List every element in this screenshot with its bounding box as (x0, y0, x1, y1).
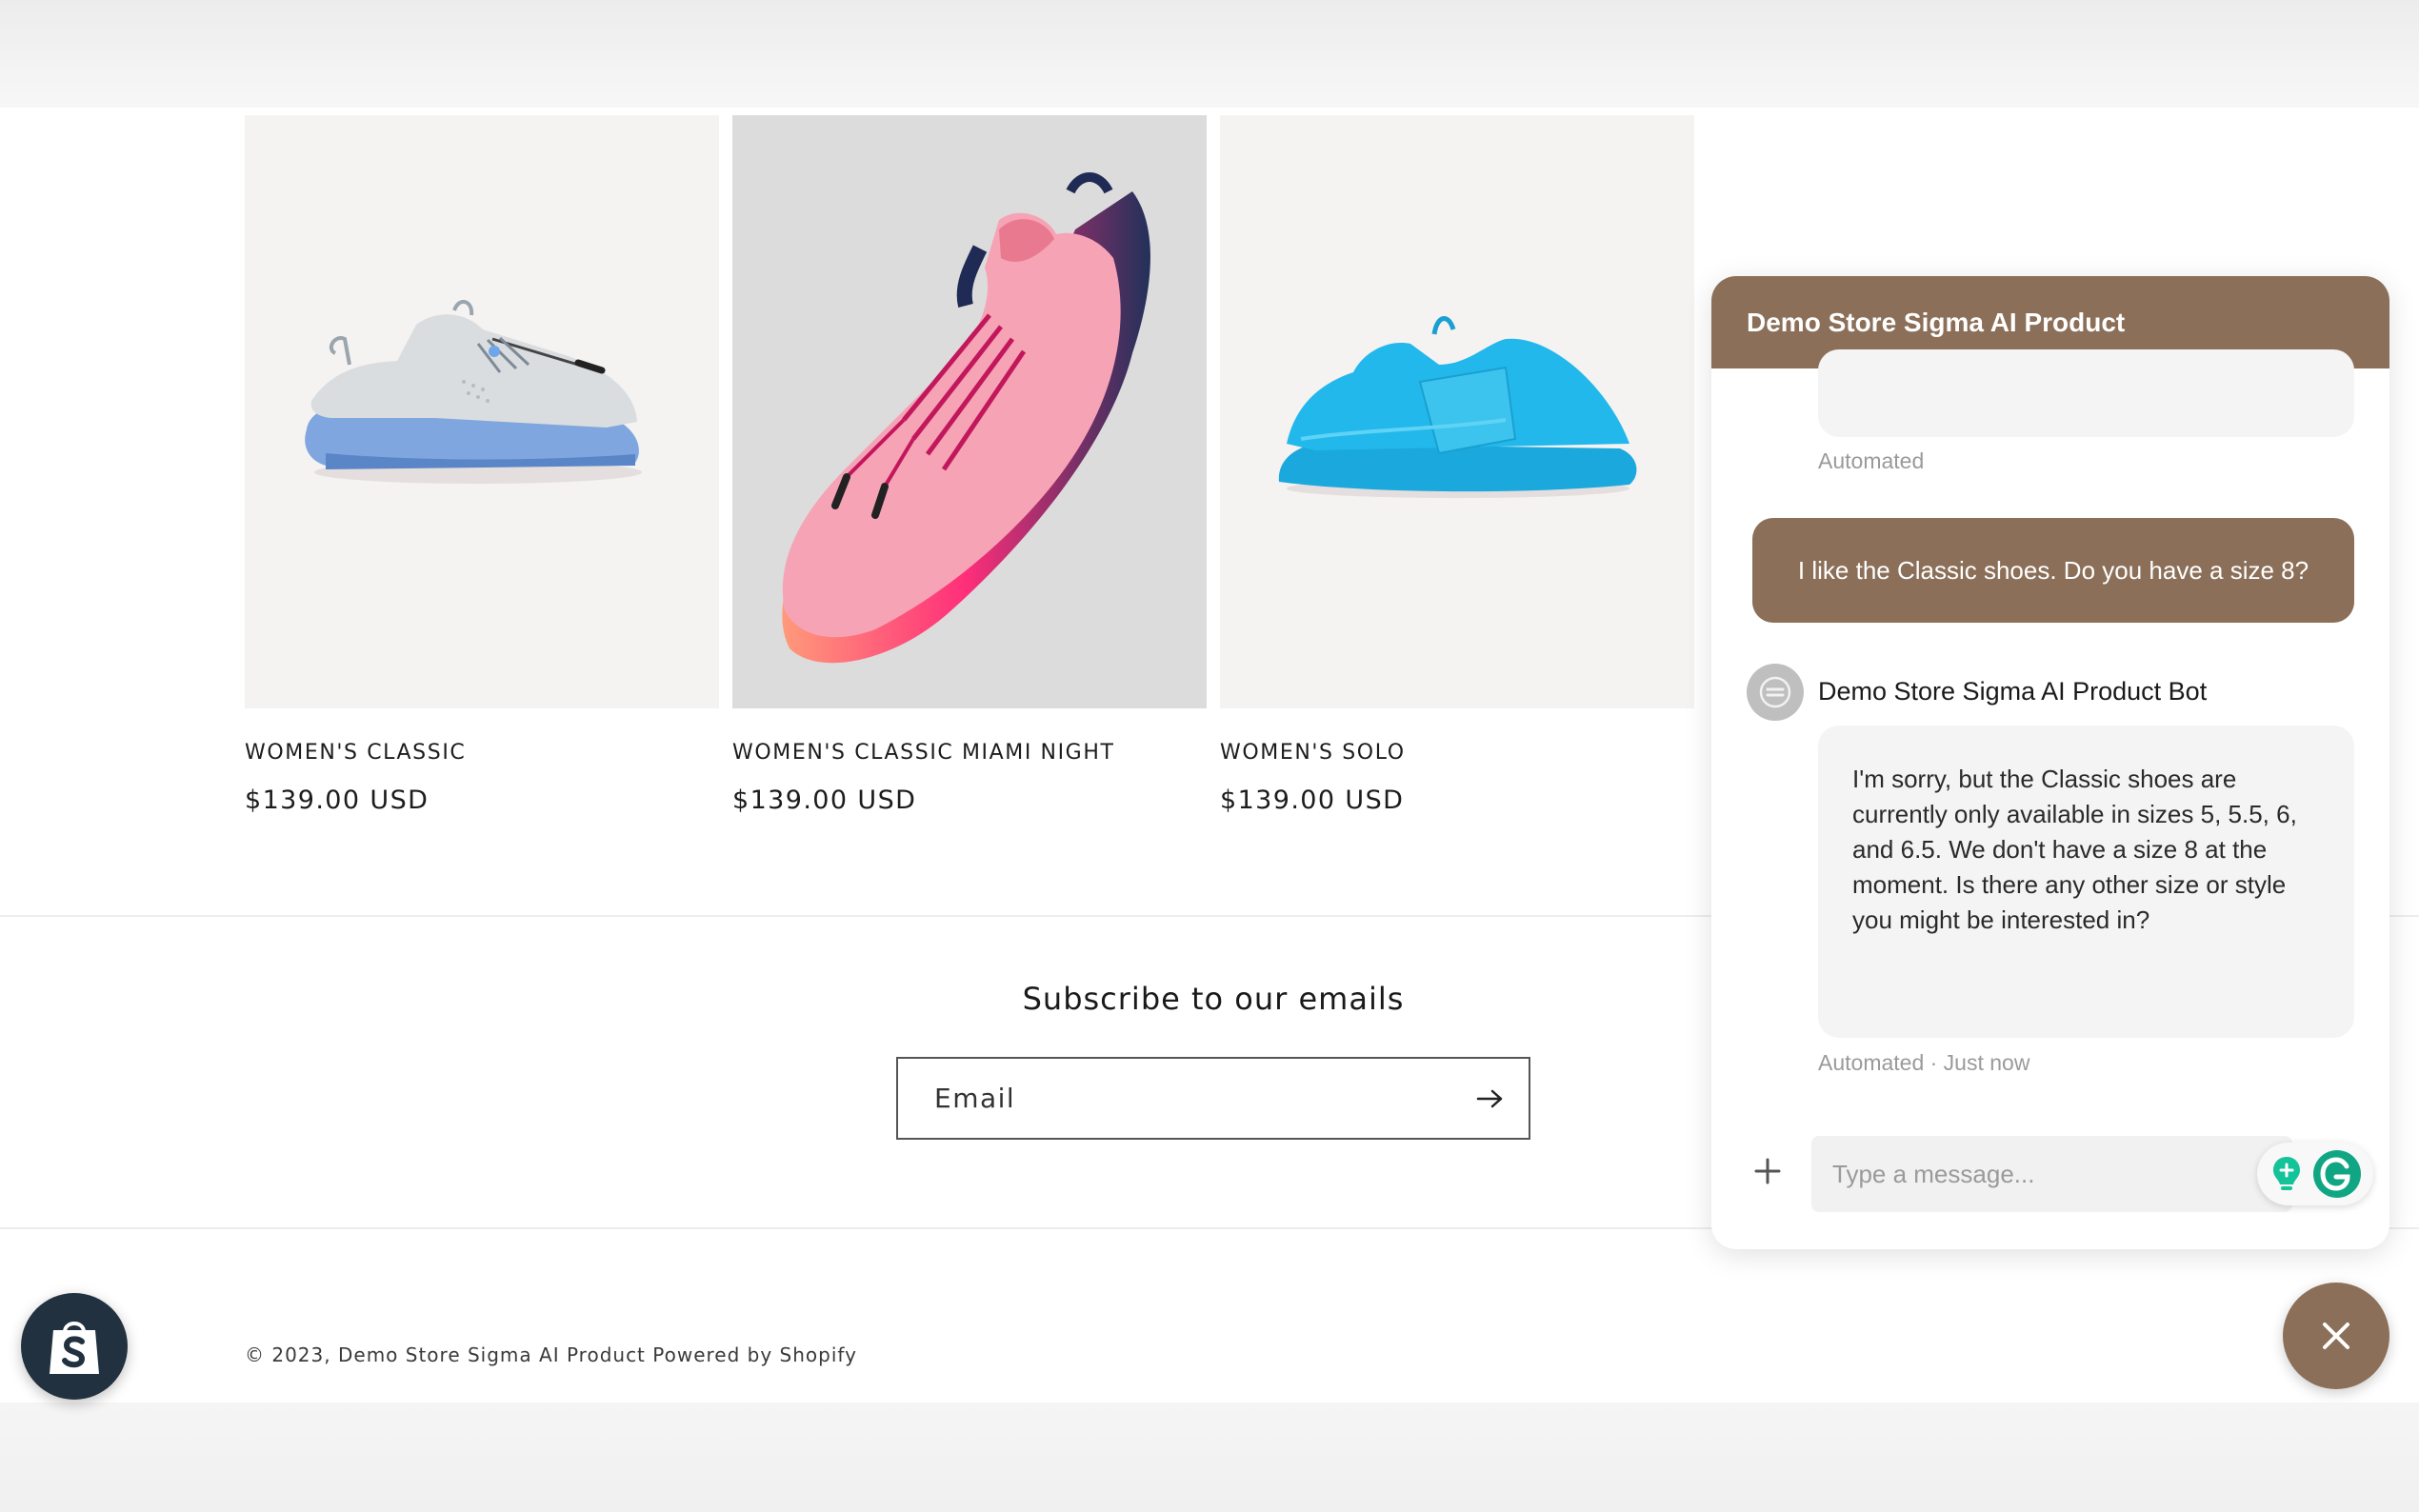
product-card[interactable]: WOMEN'S SOLO $139.00 USD (1220, 115, 1694, 815)
email-signup-form (896, 1057, 1530, 1140)
product-image[interactable] (732, 115, 1207, 708)
bottom-blurred-area (0, 1403, 2419, 1512)
product-price: $139.00 USD (732, 786, 917, 815)
lightbulb-icon[interactable] (2269, 1154, 2304, 1194)
bot-name: Demo Store Sigma AI Product Bot (1818, 677, 2208, 706)
bot-icon (1759, 676, 1791, 708)
grammarly-widget[interactable] (2257, 1143, 2373, 1205)
powered-by-shopify-link[interactable]: Powered by Shopify (652, 1343, 857, 1366)
bot-message: I'm sorry, but the Classic shoes are cur… (1818, 726, 2354, 1038)
product-image[interactable] (1220, 115, 1694, 708)
chat-header-title: Demo Store Sigma AI Product (1747, 307, 2126, 337)
arrow-right-icon (1476, 1089, 1503, 1107)
attach-button[interactable] (1747, 1150, 1789, 1192)
close-icon (2323, 1323, 2349, 1349)
sneaker-image (782, 172, 1150, 664)
chat-messages[interactable]: Automated I like the Classic shoes. Do y… (1711, 349, 2389, 1111)
shopify-badge-button[interactable] (21, 1293, 128, 1400)
user-message: I like the Classic shoes. Do you have a … (1752, 518, 2354, 623)
bot-avatar (1747, 664, 1804, 721)
product-card[interactable]: WOMEN'S CLASSIC $139.00 USD (245, 115, 719, 815)
product-card[interactable]: WOMEN'S CLASSIC MIAMI NIGHT $139.00 USD (732, 115, 1207, 815)
message-input[interactable] (1811, 1136, 2292, 1212)
grammarly-icon[interactable] (2312, 1149, 2362, 1199)
product-title[interactable]: WOMEN'S SOLO (1220, 741, 1694, 765)
sneaker-image (305, 300, 642, 484)
product-title[interactable]: WOMEN'S CLASSIC MIAMI NIGHT (732, 741, 1207, 765)
message-meta: Automated (1818, 448, 1925, 473)
copyright-text: © 2023, (245, 1343, 331, 1366)
message-meta: Automated · Just now (1818, 1050, 2030, 1075)
top-blurred-header (0, 0, 2419, 108)
close-chat-button[interactable] (2283, 1283, 2389, 1389)
shopify-bag-icon (50, 1322, 99, 1374)
sneaker-image (1278, 316, 1637, 498)
plus-icon (1754, 1158, 1781, 1184)
product-image[interactable] (245, 115, 719, 708)
product-price: $139.00 USD (1220, 786, 1405, 815)
subscribe-submit-button[interactable] (1452, 1059, 1529, 1138)
email-input[interactable] (898, 1059, 1452, 1138)
footer-copyright: © 2023, Demo Store Sigma AI Product Powe… (245, 1343, 857, 1366)
chat-composer (1711, 1136, 2389, 1231)
product-title[interactable]: WOMEN'S CLASSIC (245, 741, 719, 765)
store-name-link[interactable]: Demo Store Sigma AI Product (338, 1343, 646, 1366)
previous-bot-message (1818, 349, 2354, 437)
chat-widget: Demo Store Sigma AI Product Automated I … (1711, 276, 2389, 1249)
product-price: $139.00 USD (245, 786, 430, 815)
